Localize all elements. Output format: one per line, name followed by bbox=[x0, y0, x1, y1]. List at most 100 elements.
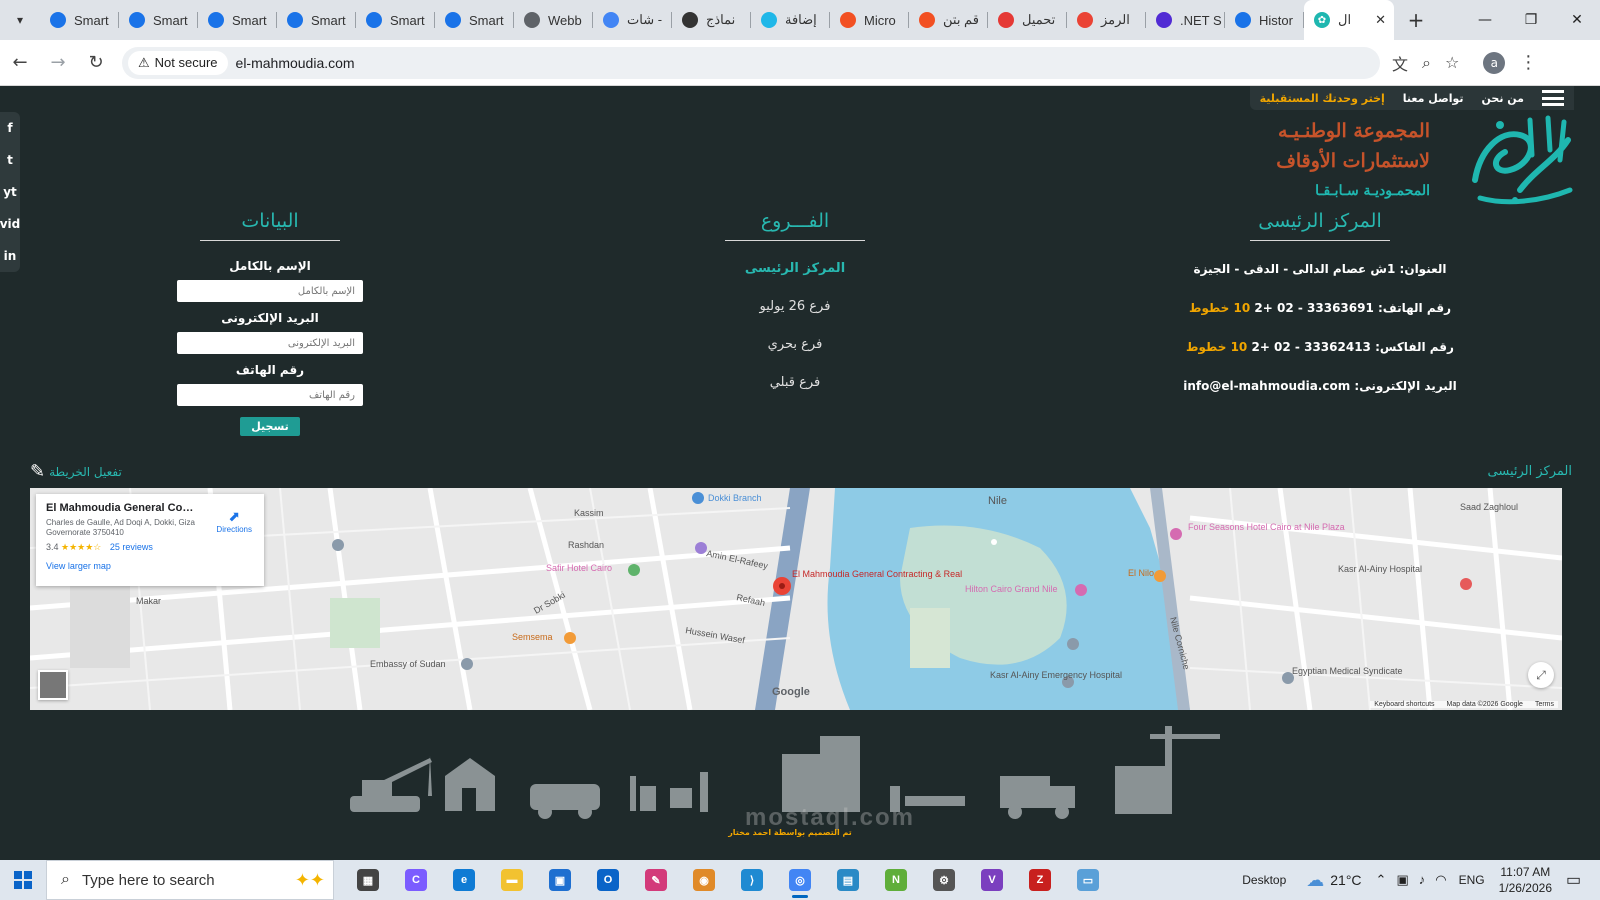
reload-button[interactable]: ↻ bbox=[78, 45, 114, 81]
directions-button[interactable]: ⬈ Directions bbox=[216, 508, 252, 534]
tab-11[interactable]: قم بتن bbox=[909, 0, 988, 40]
view-larger-map-link[interactable]: View larger map bbox=[46, 561, 254, 571]
taskbar-app-copilot[interactable]: C bbox=[392, 860, 440, 900]
language-indicator[interactable]: ENG bbox=[1459, 873, 1485, 887]
volume-icon[interactable]: ♪ bbox=[1419, 872, 1426, 888]
weather-widget[interactable]: ☁ 21°C bbox=[1306, 870, 1361, 891]
login-icon[interactable]: in bbox=[0, 240, 20, 272]
tab-active[interactable]: ✿ ال ✕ bbox=[1304, 0, 1394, 40]
hq-email[interactable]: البريد الإلكترونى: info@el-mahmoudia.com bbox=[1170, 376, 1470, 415]
address-bar[interactable]: ⚠ Not secure el-mahmoudia.com bbox=[122, 46, 1380, 79]
hamburger-menu-icon[interactable] bbox=[1542, 90, 1564, 106]
tab-search-dropdown-button[interactable]: ▾ bbox=[6, 6, 34, 34]
designer-credit: تم التصميم بواسطة احمد مختار bbox=[728, 828, 852, 837]
nav-contact[interactable]: تواصل معنا bbox=[1403, 92, 1464, 105]
desktop-toolbar[interactable]: Desktop bbox=[1242, 873, 1286, 887]
taskbar-app-task-view[interactable]: ▦ bbox=[344, 860, 392, 900]
clock[interactable]: 11:07 AM 1/26/2026 bbox=[1499, 864, 1552, 896]
email-input[interactable] bbox=[177, 332, 363, 354]
close-window-button[interactable]: ✕ bbox=[1554, 0, 1600, 40]
site-info-button[interactable]: ⚠ Not secure bbox=[128, 50, 228, 75]
taskbar-app-outlook[interactable]: O bbox=[584, 860, 632, 900]
chrome-icon: ◎ bbox=[789, 869, 811, 891]
taskbar-app-store[interactable]: ▣ bbox=[536, 860, 584, 900]
tab-2[interactable]: Smart bbox=[198, 0, 277, 40]
taskbar-search[interactable]: ⌕ Type here to search ✦✦ bbox=[46, 860, 334, 900]
start-button[interactable] bbox=[0, 860, 46, 900]
close-tab-icon[interactable]: ✕ bbox=[1375, 12, 1386, 28]
activate-map-label: تفعيل الخريطة bbox=[49, 464, 122, 479]
brand-line-1: المجموعة الوطنـيـه bbox=[1277, 120, 1430, 142]
tab-6[interactable]: Webb bbox=[514, 0, 593, 40]
url-text[interactable]: el-mahmoudia.com bbox=[236, 55, 355, 71]
branch-qebli[interactable]: فرع قبلي bbox=[650, 373, 940, 411]
hq-phone-number: رقم الهاتف: 33363691 - 02 +2 bbox=[1254, 301, 1452, 315]
embedded-map[interactable]: Kassim Rashdan Amin El-Rafeey Refaah Hus… bbox=[30, 488, 1562, 710]
tower-building-icon bbox=[1115, 766, 1170, 814]
profile-avatar[interactable]: a bbox=[1483, 51, 1506, 74]
taskbar-app-vscode[interactable]: ⟩ bbox=[728, 860, 776, 900]
taskbar-app-visual-studio[interactable]: V bbox=[968, 860, 1016, 900]
taskbar-app-edge[interactable]: e bbox=[440, 860, 488, 900]
tab-label: .NET S bbox=[1180, 12, 1222, 28]
nav-choose-unit[interactable]: إختر وحدتك المستقبلية bbox=[1260, 92, 1385, 105]
browser-menu-icon[interactable]: ⋮ bbox=[1519, 52, 1537, 73]
tab-4[interactable]: Smart bbox=[356, 0, 435, 40]
full-name-input[interactable] bbox=[177, 280, 363, 302]
taskbar-app-paint-3d[interactable]: ◉ bbox=[680, 860, 728, 900]
tab-1[interactable]: Smart bbox=[119, 0, 198, 40]
reviews-link[interactable]: 25 reviews bbox=[110, 542, 153, 552]
activate-map-link[interactable]: تفعيل الخريطة ✎ bbox=[30, 461, 122, 482]
tab-14[interactable]: .NET S bbox=[1146, 0, 1225, 40]
site-brand[interactable]: المجموعة الوطنـيـه لاستثمارات الأوقاف ال… bbox=[1250, 110, 1580, 220]
back-button[interactable]: ← bbox=[2, 45, 38, 81]
phone-input[interactable] bbox=[177, 384, 363, 406]
taskbar-app-file-explorer[interactable]: ▬ bbox=[488, 860, 536, 900]
taskbar-app-filezilla[interactable]: Z bbox=[1016, 860, 1064, 900]
wifi-icon[interactable]: ◠ bbox=[1435, 872, 1446, 888]
taskbar-app-paint[interactable]: ✎ bbox=[632, 860, 680, 900]
maximize-button[interactable]: ❐ bbox=[1508, 0, 1554, 40]
name-label: الإسم بالكامل bbox=[229, 259, 311, 273]
map-label: El Nilo bbox=[1128, 568, 1154, 578]
tab-5[interactable]: Smart bbox=[435, 0, 514, 40]
windows-logo-icon bbox=[14, 871, 32, 889]
branch-main[interactable]: المركز الرئيسى bbox=[650, 259, 940, 297]
tab-7[interactable]: شات - bbox=[593, 0, 672, 40]
network-icon[interactable]: ▣ bbox=[1396, 872, 1408, 888]
tab-15[interactable]: Histor bbox=[1225, 0, 1304, 40]
taskbar-app-settings[interactable]: ⚙ bbox=[920, 860, 968, 900]
twitter-icon[interactable]: t bbox=[0, 144, 20, 176]
taskbar-app-notepad-plus[interactable]: N bbox=[872, 860, 920, 900]
tab-0[interactable]: Smart bbox=[40, 0, 119, 40]
register-button[interactable]: تسجيل bbox=[240, 417, 300, 436]
tab-9[interactable]: إضافة bbox=[751, 0, 830, 40]
terms-link[interactable]: Terms bbox=[1535, 701, 1554, 708]
keyboard-shortcuts-link[interactable]: Keyboard shortcuts bbox=[1374, 701, 1434, 708]
forward-button[interactable]: → bbox=[40, 45, 76, 81]
nav-about[interactable]: من نحن bbox=[1482, 92, 1525, 105]
taskbar-app-chrome[interactable]: ◎ bbox=[776, 860, 824, 900]
taskbar-app-photos[interactable]: ▤ bbox=[824, 860, 872, 900]
minimize-button[interactable]: — bbox=[1462, 0, 1508, 40]
bookmark-star-icon[interactable]: ☆ bbox=[1445, 53, 1459, 72]
notification-icon[interactable]: ▭ bbox=[1566, 870, 1594, 890]
new-tab-button[interactable]: + bbox=[1402, 6, 1430, 34]
zoom-icon[interactable]: ⌕ bbox=[1422, 53, 1431, 73]
branch-26-july[interactable]: فرع 26 يوليو bbox=[650, 297, 940, 335]
fullscreen-button[interactable]: ⤢ bbox=[1528, 662, 1554, 688]
taskbar-app-notepad[interactable]: ▭ bbox=[1064, 860, 1112, 900]
video-icon[interactable]: vid bbox=[0, 208, 20, 240]
tab-12[interactable]: تحميل bbox=[988, 0, 1067, 40]
youtube-icon[interactable]: yt bbox=[0, 176, 20, 208]
tab-3[interactable]: Smart bbox=[277, 0, 356, 40]
translate-icon[interactable]: 文 bbox=[1392, 51, 1408, 75]
branch-bahari[interactable]: فرع بحري bbox=[650, 335, 940, 373]
chevron-up-icon[interactable]: ⌃ bbox=[1376, 872, 1387, 888]
tab-8[interactable]: نماذج bbox=[672, 0, 751, 40]
microsoft-icon bbox=[840, 12, 856, 28]
satellite-toggle-button[interactable] bbox=[38, 670, 68, 700]
facebook-icon[interactable]: f bbox=[0, 112, 20, 144]
tab-13[interactable]: الرمز bbox=[1067, 0, 1146, 40]
tab-10[interactable]: Micro bbox=[830, 0, 909, 40]
